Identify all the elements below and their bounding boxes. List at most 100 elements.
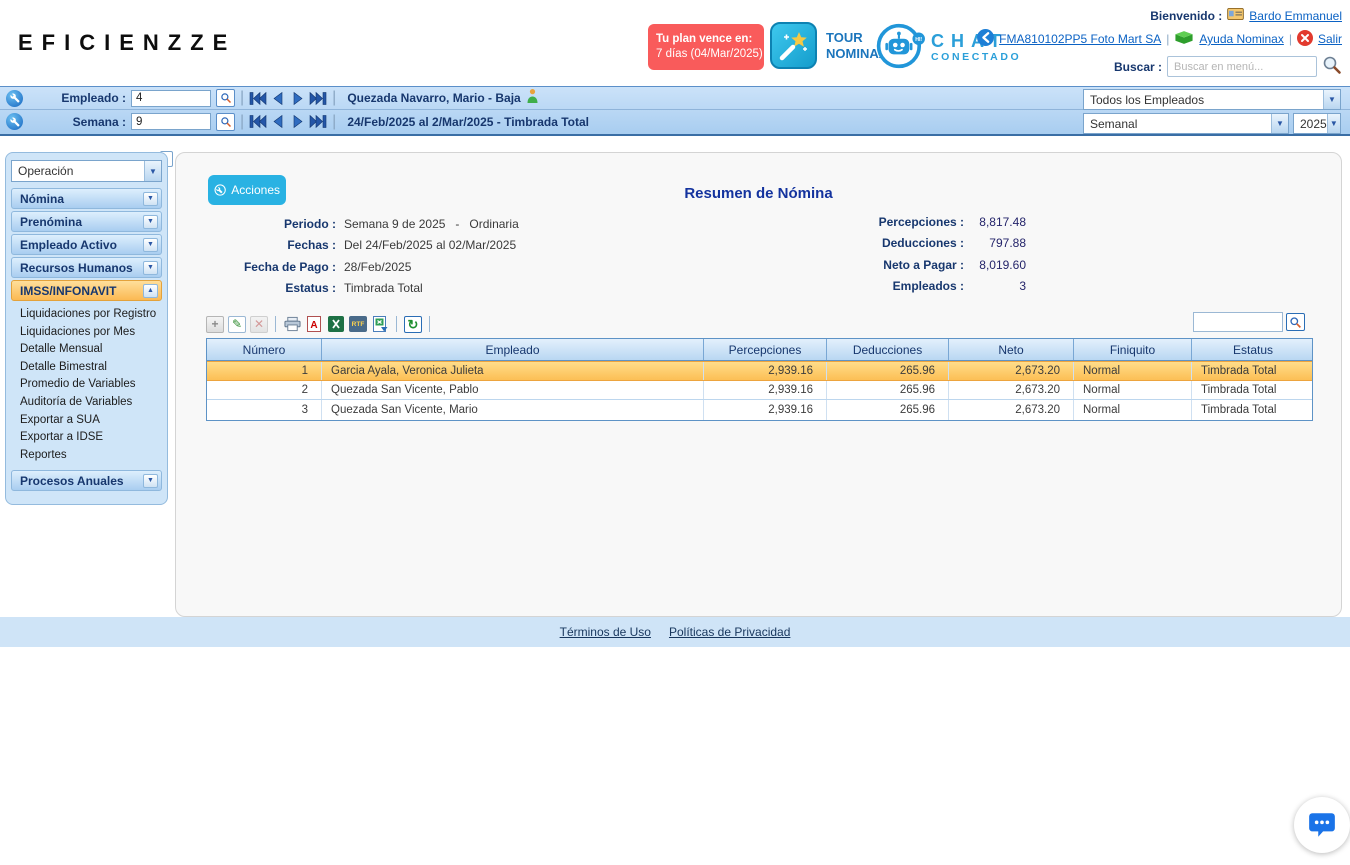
cell-numero: 1 <box>207 362 322 380</box>
chat-bubble-button[interactable] <box>1294 797 1350 853</box>
tour-wand-icon <box>770 22 817 69</box>
grid-search <box>1193 312 1305 332</box>
col-percepciones[interactable]: Percepciones <box>704 339 827 360</box>
sidebar-item-auditoria-de-variables[interactable]: Auditoría de Variables <box>20 394 162 412</box>
delete-icon[interactable]: ✕ <box>250 316 268 333</box>
sidebar-section-nomina[interactable]: Nómina ▼ <box>11 188 162 209</box>
sidebar-section-empleado-activo[interactable]: Empleado Activo ▼ <box>11 234 162 255</box>
sidebar-item-detalle-bimestral[interactable]: Detalle Bimestral <box>20 359 162 377</box>
col-estatus[interactable]: Estatus <box>1192 339 1314 360</box>
svg-text:A: A <box>310 320 317 331</box>
cell-neto: 2,673.20 <box>949 400 1074 420</box>
menu-search-row: Buscar : <box>1114 55 1342 78</box>
export-excel-icon[interactable] <box>371 316 389 333</box>
sidebar-item-exportar-a-idse[interactable]: Exportar a IDSE <box>20 429 162 447</box>
grid-search-button[interactable] <box>1286 313 1305 331</box>
col-numero[interactable]: Número <box>207 339 322 360</box>
employees-filter-value: Todos los Empleados <box>1090 93 1204 107</box>
week-description: 24/Feb/2025 al 2/Mar/2025 - Timbrada Tot… <box>347 115 589 129</box>
chevron-down-icon[interactable]: ▼ <box>143 474 158 488</box>
cell-percepciones: 2,939.16 <box>704 362 827 380</box>
chat-bubble-text: HI! <box>915 37 922 43</box>
back-icon[interactable] <box>977 29 994 49</box>
employees-filter-select[interactable]: Todos los Empleados ▼ <box>1083 89 1341 110</box>
sidebar-section-recursos-humanos[interactable]: Recursos Humanos ▼ <box>11 257 162 278</box>
tour-nominax-button[interactable]: TOUR NOMINAX <box>770 22 887 69</box>
wrench-icon[interactable] <box>6 113 23 130</box>
wrench-icon[interactable] <box>6 90 23 107</box>
table-row[interactable]: 2 Quezada San Vicente, Pablo 2,939.16 26… <box>207 381 1312 401</box>
chevron-down-icon[interactable]: ▼ <box>143 238 158 252</box>
col-empleado[interactable]: Empleado <box>322 339 704 360</box>
add-icon[interactable]: + <box>206 316 224 333</box>
rtf-icon[interactable]: RTF <box>349 316 367 332</box>
menu-search-input[interactable] <box>1167 56 1317 77</box>
last-record-icon[interactable] <box>309 91 327 106</box>
terms-link[interactable]: Términos de Uso <box>560 625 651 639</box>
help-book-icon <box>1174 30 1194 48</box>
excel-icon[interactable] <box>327 316 345 333</box>
chat-robot-icon: HI! <box>876 20 926 75</box>
week-nav <box>249 114 327 129</box>
company-link[interactable]: FMA810102PP5 Foto Mart SA <box>999 32 1161 46</box>
sidebar-section-prenomina[interactable]: Prenómina ▼ <box>11 211 162 232</box>
col-finiquito[interactable]: Finiquito <box>1074 339 1192 360</box>
next-record-icon[interactable] <box>289 91 307 106</box>
chevron-up-icon[interactable]: ▲ <box>143 284 158 298</box>
user-link[interactable]: Bardo Emmanuel <box>1249 9 1342 23</box>
refresh-icon[interactable]: ↻ <box>404 316 422 333</box>
sidebar-item-detalle-mensual[interactable]: Detalle Mensual <box>20 341 162 359</box>
last-record-icon[interactable] <box>309 114 327 129</box>
sidebar-section-procesos-anuales[interactable]: Procesos Anuales ▼ <box>11 470 162 491</box>
chevron-down-icon[interactable]: ▼ <box>143 215 158 229</box>
table-row[interactable]: 3 Quezada San Vicente, Mario 2,939.16 26… <box>207 400 1312 420</box>
next-record-icon[interactable] <box>289 114 307 129</box>
sidebar-section-imss-infonavit[interactable]: IMSS/INFONAVIT ▲ <box>11 280 162 301</box>
prev-record-icon[interactable] <box>269 114 287 129</box>
operation-select[interactable]: Operación ▼ <box>11 160 162 182</box>
cell-numero: 3 <box>207 400 322 420</box>
cell-percepciones: 2,939.16 <box>704 381 827 400</box>
col-deducciones[interactable]: Deducciones <box>827 339 949 360</box>
chat-bubble-icon <box>1307 810 1337 840</box>
chevron-down-icon: ▼ <box>1271 114 1288 133</box>
sidebar-item-exportar-a-sua[interactable]: Exportar a SUA <box>20 412 162 430</box>
grid-filter-input[interactable] <box>1193 312 1283 332</box>
period-info: Periodo :Semana 9 de 2025 - Ordinaria Fe… <box>196 213 519 299</box>
sidebar-item-liquidaciones-por-mes[interactable]: Liquidaciones por Mes <box>20 324 162 342</box>
cell-percepciones: 2,939.16 <box>704 400 827 420</box>
page-title: Resumen de Nómina <box>176 185 1341 202</box>
help-link[interactable]: Ayuda Nominax <box>1199 32 1284 46</box>
welcome-row: Bienvenido : Bardo Emmanuel <box>1150 8 1342 23</box>
id-card-icon <box>1227 8 1244 23</box>
col-neto[interactable]: Neto <box>949 339 1074 360</box>
cell-finiquito: Normal <box>1074 362 1192 380</box>
employee-number-input[interactable] <box>131 90 211 107</box>
first-record-icon[interactable] <box>249 91 267 106</box>
cell-estatus: Timbrada Total <box>1192 400 1314 420</box>
sidebar-item-promedio-de-variables[interactable]: Promedio de Variables <box>20 376 162 394</box>
pdf-icon[interactable]: A <box>305 316 323 333</box>
chevron-down-icon[interactable]: ▼ <box>143 261 158 275</box>
print-icon[interactable] <box>283 316 301 333</box>
first-record-icon[interactable] <box>249 114 267 129</box>
year-select[interactable]: 2025 ▼ <box>1293 113 1341 134</box>
search-icon[interactable] <box>1322 55 1342 78</box>
sidebar-item-liquidaciones-por-registro[interactable]: Liquidaciones por Registro <box>20 306 162 324</box>
week-search-button[interactable] <box>216 113 235 131</box>
logout-icon <box>1297 30 1313 49</box>
chevron-down-icon: ▼ <box>1327 114 1340 133</box>
employee-search-button[interactable] <box>216 89 235 107</box>
week-number-input[interactable] <box>131 113 211 130</box>
divider: | <box>332 113 336 131</box>
prev-record-icon[interactable] <box>269 91 287 106</box>
info-value: 28/Feb/2025 <box>344 260 411 274</box>
logout-link[interactable]: Salir <box>1318 32 1342 46</box>
table-row[interactable]: 1 Garcia Ayala, Veronica Julieta 2,939.1… <box>207 361 1312 381</box>
sidebar-item-reportes[interactable]: Reportes <box>20 447 162 465</box>
privacy-link[interactable]: Políticas de Privacidad <box>669 625 790 639</box>
edit-icon[interactable]: ✎ <box>228 316 246 333</box>
period-type-select[interactable]: Semanal ▼ <box>1083 113 1289 134</box>
chevron-down-icon: ▼ <box>144 161 161 181</box>
chevron-down-icon[interactable]: ▼ <box>143 192 158 206</box>
